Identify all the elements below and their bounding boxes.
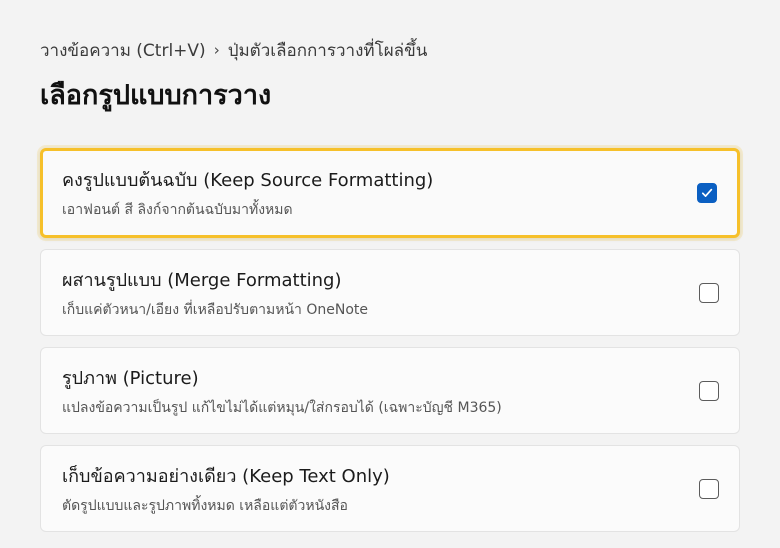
option-checkbox[interactable] <box>699 478 719 499</box>
breadcrumb-separator-icon: › <box>213 41 220 59</box>
option-title: รูปภาพ (Picture) <box>62 368 199 389</box>
breadcrumb: วางข้อความ (Ctrl+V) › ปุ่มตัวเลือกการวาง… <box>40 36 740 64</box>
option-checkbox-checked[interactable] <box>697 183 717 203</box>
paste-options-page: วางข้อความ (Ctrl+V) › ปุ่มตัวเลือกการวาง… <box>40 36 740 532</box>
option-description: เก็บแค่ตัวหนา/เอียง ที่เหลือปรับตามหน้า … <box>62 302 369 318</box>
breadcrumb-current: ปุ่มตัวเลือกการวางที่โผล่ขึ้น <box>227 40 428 61</box>
option-description: แปลงข้อความเป็นรูป แก้ไขไม่ได้แต่หมุน/ใส… <box>62 400 502 416</box>
option-description: ตัดรูปแบบและรูปภาพทิ้งหมด เหลือแต่ตัวหนั… <box>62 498 348 514</box>
option-checkbox[interactable] <box>699 380 719 401</box>
option-title: คงรูปแบบต้นฉบับ (Keep Source Formatting) <box>62 170 434 191</box>
option-checkbox[interactable] <box>699 282 719 303</box>
option-description: เอาฟอนต์ สี ลิงก์จากต้นฉบับมาทั้งหมด <box>62 202 293 218</box>
option-keep-source-formatting[interactable]: คงรูปแบบต้นฉบับ (Keep Source Formatting)… <box>40 148 740 238</box>
breadcrumb-parent[interactable]: วางข้อความ (Ctrl+V) <box>40 37 206 64</box>
option-merge-formatting[interactable]: ผสานรูปแบบ (Merge Formatting) เก็บแค่ตัว… <box>40 249 740 336</box>
option-title: เก็บข้อความอย่างเดียว (Keep Text Only) <box>62 466 390 487</box>
option-picture[interactable]: รูปภาพ (Picture) แปลงข้อความเป็นรูป แก้ไ… <box>40 347 740 434</box>
paste-option-list: คงรูปแบบต้นฉบับ (Keep Source Formatting)… <box>40 148 740 532</box>
checkmark-icon <box>701 188 713 197</box>
option-title: ผสานรูปแบบ (Merge Formatting) <box>62 270 342 291</box>
option-keep-text-only[interactable]: เก็บข้อความอย่างเดียว (Keep Text Only) ต… <box>40 445 740 532</box>
page-title: เลือกรูปแบบการวาง <box>40 80 272 111</box>
